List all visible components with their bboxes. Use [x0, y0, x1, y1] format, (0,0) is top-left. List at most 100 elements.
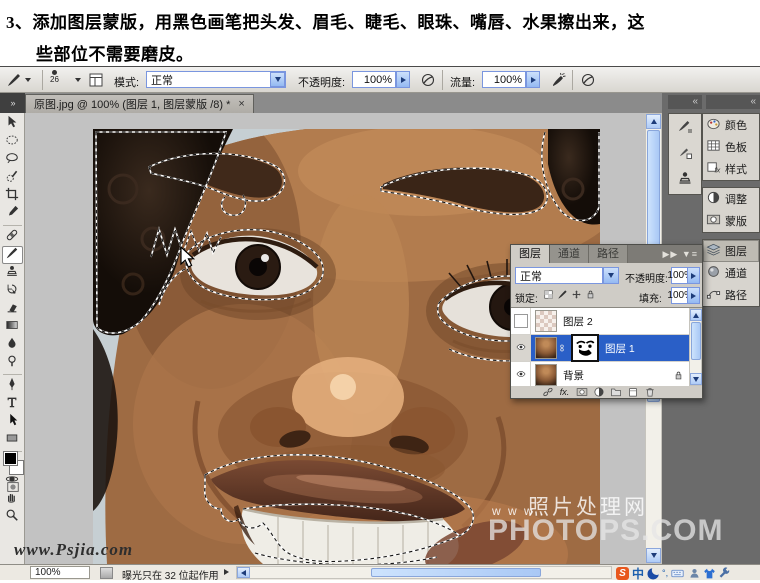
scrollbar-thumb[interactable]	[371, 568, 541, 577]
layer-name[interactable]: 背景	[563, 368, 584, 383]
blend-mode-select[interactable]: 正常	[146, 71, 286, 88]
scroll-up-button[interactable]	[690, 309, 702, 321]
eraser-tool[interactable]	[2, 300, 23, 318]
scrollbar-thumb[interactable]	[691, 322, 701, 360]
keyboard-icon[interactable]	[671, 567, 685, 580]
gradient-tool[interactable]	[2, 318, 23, 336]
adjustments-panel-button[interactable]: 调整	[703, 188, 759, 210]
new-adjustment-layer-button[interactable]	[590, 386, 607, 398]
visibility-toggle[interactable]	[511, 335, 531, 361]
brush-preset-arrow[interactable]	[72, 70, 81, 90]
foreground-color-swatch[interactable]	[3, 451, 18, 466]
healing-brush-tool[interactable]	[2, 228, 23, 246]
zoom-level-input[interactable]: 100%	[30, 566, 90, 579]
layer-mask-thumbnail[interactable]	[571, 334, 599, 362]
airbrush-toggle-button[interactable]	[550, 70, 566, 90]
toggle-brush-panel-button[interactable]	[88, 70, 104, 90]
lock-transparency-icon[interactable]	[543, 289, 554, 303]
layer-name[interactable]: 图层 2	[563, 314, 593, 329]
styles-panel-button[interactable]: fx 样式	[703, 158, 759, 180]
add-layer-mask-button[interactable]	[573, 386, 590, 398]
marquee-tool[interactable]	[2, 133, 23, 151]
scroll-left-button[interactable]	[237, 567, 250, 578]
paths-panel-button[interactable]: 路径	[703, 284, 759, 306]
zoom-tool[interactable]	[2, 508, 23, 526]
move-tool[interactable]	[2, 115, 23, 133]
quick-selection-tool[interactable]	[2, 169, 23, 187]
tab-channels[interactable]: 通道	[550, 245, 589, 263]
scroll-down-button[interactable]	[690, 373, 702, 385]
clone-stamp-tool[interactable]	[2, 264, 23, 282]
flow-input[interactable]: 100%	[482, 71, 540, 88]
panel-menu-icon[interactable]: ▶▶ ▼≡	[662, 245, 702, 263]
color-panel-button[interactable]: 颜色	[703, 114, 759, 136]
scroll-up-button[interactable]	[646, 114, 661, 129]
visibility-toggle[interactable]	[511, 362, 531, 386]
channels-panel-button[interactable]: 通道	[703, 262, 759, 284]
person-icon[interactable]	[688, 567, 700, 579]
layers-panel-button[interactable]: 图层	[703, 240, 759, 262]
tab-layers[interactable]: 图层	[511, 245, 550, 263]
layer-thumbnail[interactable]	[535, 364, 557, 386]
layer-row-2[interactable]: 图层 2	[511, 308, 702, 335]
new-group-button[interactable]	[607, 386, 624, 398]
tool-presets-panel-button[interactable]	[673, 142, 697, 166]
shirt-skin-icon[interactable]	[703, 567, 715, 579]
pen-tool[interactable]	[2, 377, 23, 395]
opacity-spinner-button[interactable]	[687, 267, 700, 284]
swatches-panel-button[interactable]: 色板	[703, 136, 759, 158]
layer-style-button[interactable]: fx.	[556, 386, 573, 398]
combo-arrow-button[interactable]	[270, 72, 285, 87]
link-layers-button[interactable]	[539, 386, 556, 398]
scroll-down-button[interactable]	[646, 548, 661, 563]
moon-icon[interactable]	[647, 567, 659, 580]
visibility-toggle[interactable]	[511, 308, 531, 334]
lock-all-icon[interactable]	[585, 289, 596, 303]
shape-tool[interactable]	[2, 431, 23, 449]
masks-panel-button[interactable]: 蒙版	[703, 210, 759, 232]
layer-list-scrollbar[interactable]	[689, 308, 702, 386]
lasso-tool[interactable]	[2, 151, 23, 169]
brush-tool-button[interactable]	[6, 70, 31, 90]
layer-row-1-selected[interactable]: 图层 1	[511, 334, 702, 362]
ime-punctuation-toggle[interactable]: °,	[662, 568, 668, 578]
tab-paths[interactable]: 路径	[589, 245, 628, 263]
history-brush-tool[interactable]	[2, 282, 23, 300]
layer-blend-mode-select[interactable]: 正常	[515, 267, 603, 284]
delete-layer-button[interactable]	[641, 386, 658, 398]
horizontal-scrollbar[interactable]	[236, 566, 612, 579]
combo-arrow-button[interactable]	[603, 267, 619, 284]
tablet-opacity-button[interactable]	[420, 70, 436, 90]
wrench-settings-icon[interactable]	[718, 567, 730, 579]
opacity-input[interactable]: 100%	[352, 71, 410, 88]
blur-tool[interactable]	[2, 336, 23, 354]
lock-position-icon[interactable]	[571, 289, 582, 303]
lock-paint-icon[interactable]	[557, 289, 568, 303]
path-selection-tool[interactable]	[2, 413, 23, 431]
type-tool[interactable]	[2, 395, 23, 413]
status-options-icon[interactable]	[100, 567, 113, 579]
quick-mask-button[interactable]	[4, 481, 22, 497]
dock-collapse-left[interactable]: «	[668, 95, 702, 109]
tablet-size-button[interactable]	[580, 70, 596, 90]
layer-name[interactable]: 图层 1	[605, 341, 635, 356]
brush-preset-picker[interactable]: 26	[50, 68, 59, 90]
flow-spinner-button[interactable]	[526, 71, 540, 88]
sogou-logo-icon[interactable]: S	[616, 566, 629, 580]
document-tab[interactable]: 原图.jpg @ 100% (图层 1, 图层蒙版 /8) * ×	[25, 94, 254, 113]
eyedropper-tool[interactable]	[2, 205, 23, 223]
fill-spinner-button[interactable]	[687, 287, 700, 304]
opacity-spinner-button[interactable]	[396, 71, 410, 88]
brushes-panel-button[interactable]	[673, 116, 697, 140]
brush-tool-active[interactable]	[1, 246, 23, 264]
status-arrow-button[interactable]	[224, 569, 229, 575]
layer-row-background[interactable]: 背景	[511, 362, 702, 386]
layer-thumbnail[interactable]	[535, 310, 557, 332]
close-icon[interactable]: ×	[238, 98, 244, 110]
layer-thumbnail[interactable]	[535, 337, 557, 359]
dodge-tool[interactable]	[2, 354, 23, 372]
dock-collapse-right[interactable]: «	[706, 95, 760, 109]
clone-source-panel-button[interactable]	[673, 168, 697, 192]
crop-tool[interactable]	[2, 187, 23, 205]
new-layer-button[interactable]	[624, 386, 641, 398]
